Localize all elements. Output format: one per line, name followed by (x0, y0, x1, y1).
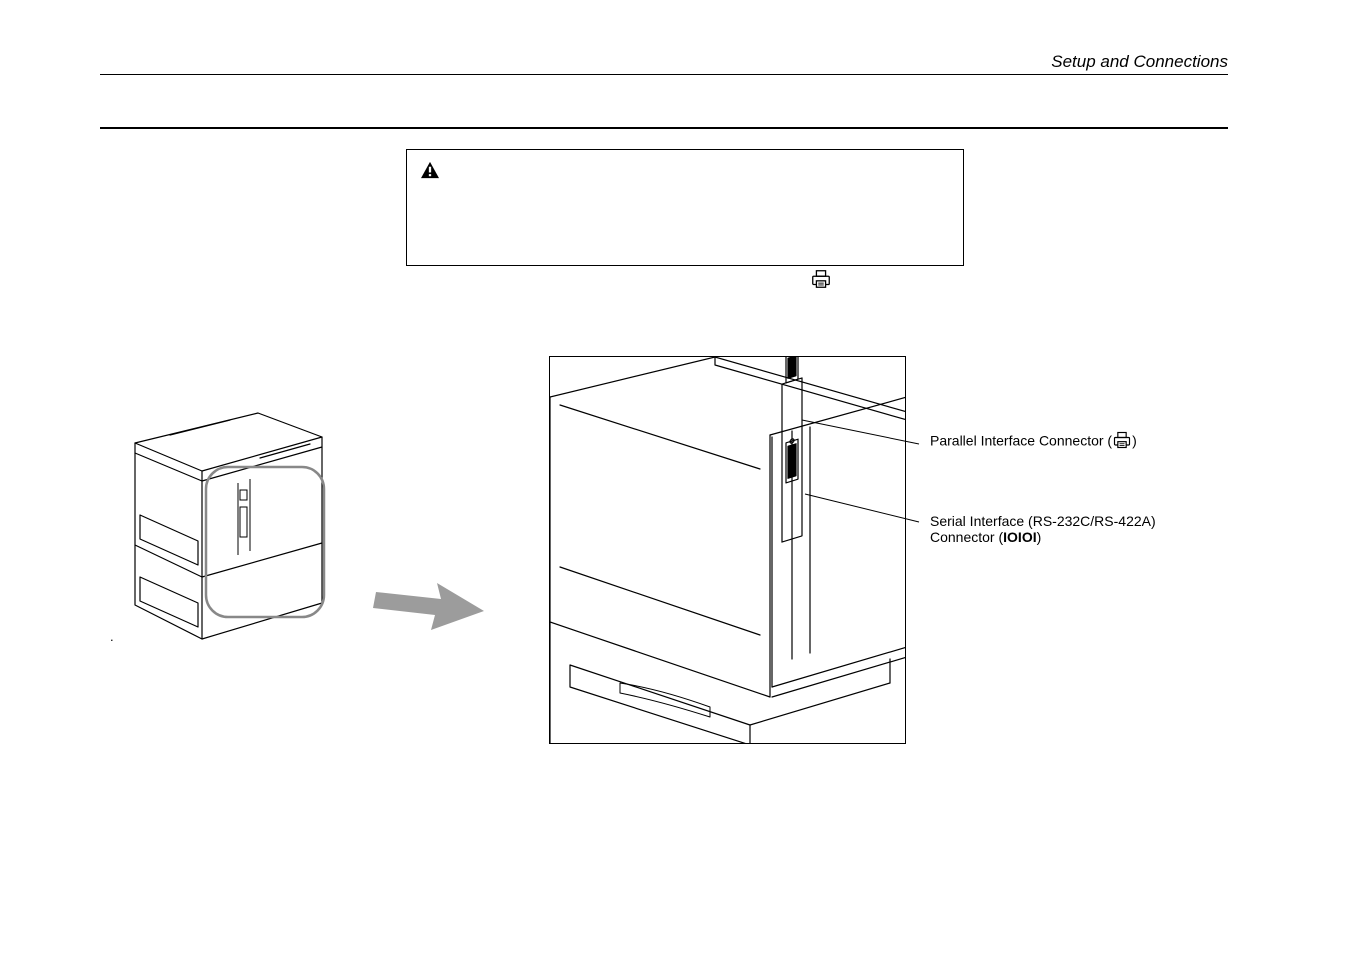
caution-icon (420, 161, 440, 179)
parallel-connector-label: Parallel Interface Connector ( ) (930, 430, 1210, 453)
serial-label-prefix: Connector ( (930, 529, 1003, 545)
printer-icon (810, 268, 832, 290)
page-header-title: Setup and Connections (1051, 52, 1228, 72)
printer-icon (1112, 430, 1132, 453)
overview-period: . (110, 629, 114, 644)
warning-box (406, 149, 964, 266)
callout-lines (549, 356, 949, 756)
serial-label-line1: Serial Interface (RS-232C/RS-422A) (930, 513, 1210, 529)
serial-label-suffix: ) (1037, 529, 1042, 545)
connector-labels: Parallel Interface Connector ( ) Serial … (930, 430, 1210, 605)
serial-connector-label: Serial Interface (RS-232C/RS-422A) Conne… (930, 513, 1210, 545)
parallel-label-prefix: Parallel Interface Connector ( (930, 432, 1112, 448)
printer-overview-figure (110, 395, 345, 645)
parallel-label-suffix: ) (1132, 432, 1137, 448)
serial-ioioi-bold: IOIOI (1003, 529, 1036, 545)
header-divider (100, 74, 1228, 75)
section-divider (100, 127, 1228, 129)
arrow-icon (371, 575, 486, 635)
